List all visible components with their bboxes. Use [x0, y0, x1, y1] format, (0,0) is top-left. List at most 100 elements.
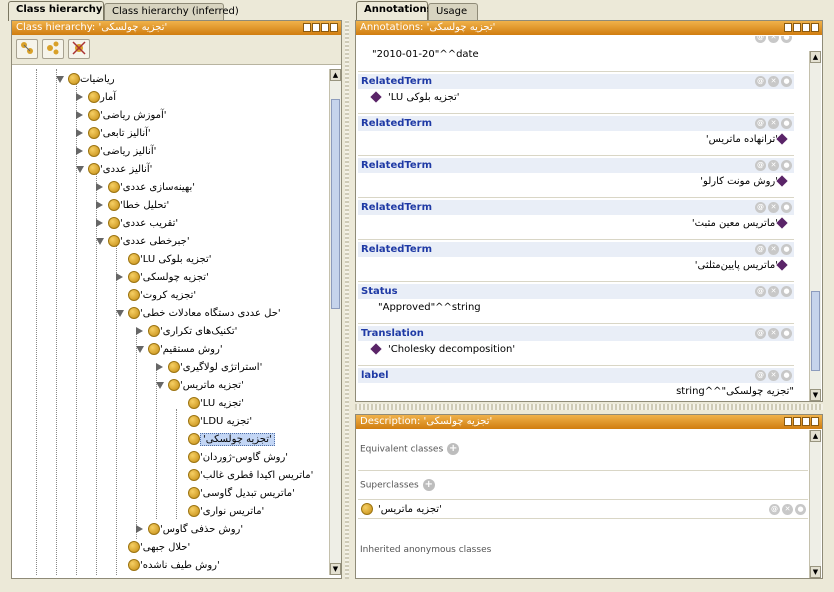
tree-node[interactable]: 'ماتریس تبدیل گاوسی'	[174, 485, 295, 501]
restore-icon[interactable]	[784, 417, 792, 426]
restore-icon[interactable]	[303, 23, 311, 32]
close-icon[interactable]	[811, 23, 819, 32]
horizontal-splitter[interactable]	[355, 404, 823, 410]
tree-node[interactable]: 'تجزیه ماتریس'	[154, 377, 244, 393]
edit-icon[interactable]: ●	[795, 504, 806, 515]
scroll-down-icon[interactable]: ▼	[810, 566, 821, 578]
expand-icon[interactable]	[156, 363, 163, 371]
annotate-icon[interactable]: @	[755, 202, 766, 213]
scroll-thumb[interactable]	[811, 291, 820, 371]
close-icon[interactable]	[330, 23, 338, 32]
tree-node[interactable]: 'حل عددی دستگاه معادلات خطی'	[114, 305, 281, 321]
superclass-row[interactable]: 'تجزیه ماتریس' @ ✕ ●	[358, 499, 808, 519]
expand-icon[interactable]	[116, 273, 123, 281]
description-scrollbar[interactable]: ▲ ▼	[809, 430, 821, 578]
delete-class-button[interactable]	[68, 39, 90, 59]
edit-icon[interactable]: ●	[781, 36, 792, 43]
annotation-row[interactable]: Status @ ✕ ● "Approved"^^string	[358, 284, 794, 324]
annotate-icon[interactable]: @	[755, 118, 766, 129]
annotation-row[interactable]: RelatedTerm @ ✕ ● 'ترانهاده ماتریس'	[358, 116, 794, 156]
expand-icon[interactable]	[76, 93, 83, 101]
delete-icon[interactable]: ✕	[768, 36, 779, 43]
edit-icon[interactable]: ●	[781, 76, 792, 87]
annotate-icon[interactable]: @	[755, 328, 766, 339]
edit-icon[interactable]: ●	[781, 328, 792, 339]
collapse-icon[interactable]	[96, 238, 104, 245]
tree-node[interactable]: 'تجزیه LU'	[174, 395, 244, 411]
annotation-row[interactable]: label @ ✕ ● "تجزیه چولسکی"^^string	[358, 368, 794, 401]
tree-node[interactable]: 'آموزش ریاضی'	[74, 107, 167, 123]
tree-node[interactable]: 'تقریب عددی'	[94, 215, 178, 231]
tree-node[interactable]: 'ماتریس اکیدا قطری غالب'	[174, 467, 313, 483]
edit-icon[interactable]: ●	[781, 286, 792, 297]
edit-icon[interactable]: ●	[781, 160, 792, 171]
delete-icon[interactable]: ✕	[768, 328, 779, 339]
expand-icon[interactable]	[96, 183, 103, 191]
tree-node[interactable]: 'تجزیه کروت'	[114, 287, 196, 303]
restore-icon[interactable]	[784, 23, 792, 32]
delete-icon[interactable]: ✕	[768, 76, 779, 87]
edit-icon[interactable]: ●	[781, 244, 792, 255]
add-superclass-icon[interactable]: +	[422, 479, 435, 491]
vertical-splitter[interactable]	[345, 20, 349, 579]
expand-icon[interactable]	[76, 147, 83, 155]
delete-icon[interactable]: ✕	[768, 118, 779, 129]
class-tree-scrollbar[interactable]: ▲ ▼	[329, 69, 341, 575]
float-icon[interactable]	[793, 417, 801, 426]
collapse-icon[interactable]	[116, 310, 124, 317]
collapse-icon[interactable]	[136, 346, 144, 353]
delete-icon[interactable]: ✕	[768, 244, 779, 255]
tree-node[interactable]: 'روش طیف ناشده'	[114, 557, 220, 573]
scroll-thumb[interactable]	[331, 99, 340, 309]
collapse-icon[interactable]	[56, 76, 64, 83]
tree-node[interactable]: 'روش حذفی گاوس'	[134, 521, 243, 537]
expand-icon[interactable]	[136, 327, 143, 335]
add-subclass-button[interactable]	[16, 39, 38, 59]
maximize-icon[interactable]	[802, 23, 810, 32]
tree-node[interactable]: 'استراتژی لولاگیری'	[154, 359, 262, 375]
scroll-up-icon[interactable]: ▲	[810, 430, 821, 442]
tree-node[interactable]: 'LU تجزیه بلوکی'	[114, 251, 212, 267]
expand-icon[interactable]	[96, 201, 103, 209]
annotation-row[interactable]: @ ✕ ● "2010-01-20"^^date	[358, 36, 794, 72]
tree-node[interactable]: آمار	[74, 89, 116, 105]
maximize-icon[interactable]	[321, 23, 329, 32]
expand-icon[interactable]	[76, 129, 83, 137]
annotate-icon[interactable]: @	[755, 370, 766, 381]
edit-icon[interactable]: ●	[781, 202, 792, 213]
tree-node[interactable]: 'آنالیز عددی'	[74, 161, 152, 177]
annotation-row[interactable]: RelatedTerm @ ✕ ● 'ماتریس معین مثبت'	[358, 200, 794, 240]
delete-icon[interactable]: ✕	[768, 202, 779, 213]
tree-node[interactable]: 'تحلیل خطا'	[94, 197, 169, 213]
annotate-icon[interactable]: @	[755, 286, 766, 297]
tree-node[interactable]: 'حلال جبهی'	[114, 539, 190, 555]
scroll-down-icon[interactable]: ▼	[330, 563, 341, 575]
tab-class-hierarchy-inferred[interactable]: Class hierarchy (inferred)	[104, 3, 239, 20]
tree-node[interactable]: 'آنالیز ریاضی'	[74, 143, 156, 159]
tree-node[interactable]: 'تجزیه LDU'	[174, 413, 252, 429]
collapse-icon[interactable]	[156, 382, 164, 389]
tree-node[interactable]: 'تکنیک‌های تکراری'	[134, 323, 237, 339]
tab-usage[interactable]: Usage	[428, 3, 478, 20]
tab-class-hierarchy[interactable]: Class hierarchy	[8, 1, 104, 21]
add-equivalent-icon[interactable]: +	[447, 443, 460, 455]
expand-icon[interactable]	[76, 111, 83, 119]
tab-annotations[interactable]: Annotations	[356, 1, 433, 21]
tree-node[interactable]: 'بهینه‌سازی عددی'	[94, 179, 195, 195]
delete-icon[interactable]: ✕	[768, 160, 779, 171]
tree-node[interactable]: 'روش گاوس-ژوردان'	[174, 449, 288, 465]
scroll-up-icon[interactable]: ▲	[330, 69, 341, 81]
expand-icon[interactable]	[96, 219, 103, 227]
expand-icon[interactable]	[136, 525, 143, 533]
scroll-up-icon[interactable]: ▲	[810, 51, 821, 63]
annotate-icon[interactable]: @	[755, 160, 766, 171]
annotate-icon[interactable]: @	[769, 504, 780, 515]
maximize-icon[interactable]	[802, 417, 810, 426]
delete-icon[interactable]: ✕	[768, 286, 779, 297]
float-icon[interactable]	[312, 23, 320, 32]
collapse-icon[interactable]	[76, 166, 84, 173]
scroll-down-icon[interactable]: ▼	[810, 389, 821, 401]
annotations-scrollbar[interactable]: ▲ ▼	[809, 51, 821, 401]
tree-node[interactable]: 'جبرخطی عددی'	[94, 233, 190, 249]
annotation-row[interactable]: RelatedTerm @ ✕ ● 'روش مونت کارلو'	[358, 158, 794, 198]
